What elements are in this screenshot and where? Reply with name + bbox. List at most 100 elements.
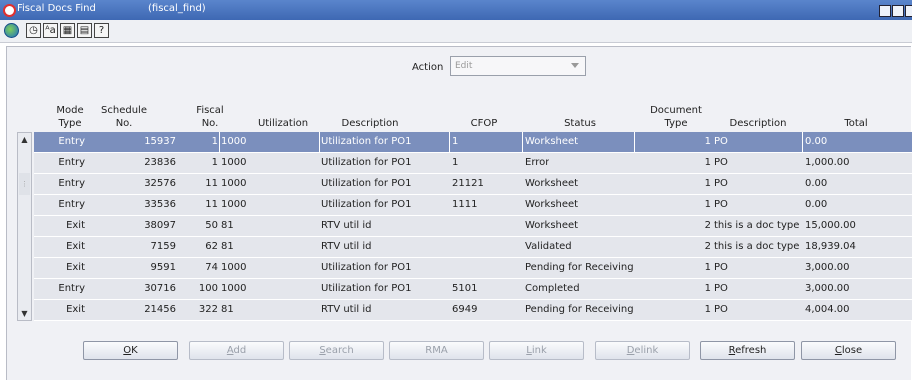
ok-button-mnemonic: O bbox=[123, 345, 132, 356]
cell-total: 0.00 bbox=[805, 136, 828, 147]
refresh-button[interactable]: Refresh bbox=[700, 341, 795, 360]
cell-util: 1000 bbox=[221, 283, 247, 294]
close-button-mnemonic: C bbox=[834, 345, 842, 356]
add-button: Add bbox=[189, 341, 284, 360]
cell-desc: Utilization for PO1 bbox=[321, 262, 412, 273]
header-fiscal-no: Fiscal No. bbox=[196, 105, 224, 129]
cell-mode: Entry bbox=[58, 157, 85, 168]
action-select[interactable]: Edit bbox=[450, 56, 586, 76]
cell-doctype: 1 bbox=[704, 283, 711, 294]
cell-mode: Entry bbox=[58, 199, 85, 210]
cell-divider bbox=[522, 132, 523, 152]
window-title: Fiscal Docs Find bbox=[17, 3, 96, 14]
cell-total: 4,004.00 bbox=[805, 304, 850, 315]
cell-mode: Exit bbox=[66, 241, 85, 252]
cell-fiscal: 11 bbox=[205, 199, 218, 210]
cell-doctype: 1 bbox=[704, 157, 711, 168]
cell-status: Validated bbox=[525, 241, 572, 252]
cell-status: Worksheet bbox=[525, 178, 579, 189]
cell-fiscal: 322 bbox=[198, 304, 218, 315]
rma-button-label: RMA bbox=[425, 345, 448, 356]
cell-divider bbox=[219, 132, 220, 152]
maximize-icon[interactable] bbox=[892, 5, 904, 17]
cell-status: Error bbox=[525, 157, 550, 168]
cell-schedule: 9591 bbox=[150, 262, 176, 273]
cell-mode: Exit bbox=[66, 304, 85, 315]
cell-schedule: 23836 bbox=[144, 157, 176, 168]
cell-util: 1000 bbox=[221, 157, 247, 168]
table-row[interactable]: Entry 30716 100 1000 Utilization for PO1 5101… bbox=[34, 279, 912, 300]
table-row[interactable]: Exit 9591 74 1000 Utilization for PO1 Pending… bbox=[34, 258, 912, 279]
cell-desc: RTV util id bbox=[321, 304, 372, 315]
cell-mode: Entry bbox=[58, 178, 85, 189]
help-icon[interactable]: ? bbox=[94, 23, 109, 38]
header-schedule-no: Schedule No. bbox=[101, 105, 147, 129]
rma-button: RMA bbox=[389, 341, 484, 360]
cell-divider bbox=[802, 132, 803, 152]
scroll-thumb[interactable]: ⋮ bbox=[19, 173, 30, 195]
clock-icon[interactable]: ◷ bbox=[26, 23, 41, 38]
cell-total: 0.00 bbox=[805, 199, 828, 210]
minimize-icon[interactable] bbox=[879, 5, 891, 17]
cell-desc: Utilization for PO1 bbox=[321, 283, 412, 294]
search-button: Search bbox=[289, 341, 384, 360]
cell-total: 1,000.00 bbox=[805, 157, 850, 168]
cell-cfop: 21121 bbox=[452, 178, 484, 189]
header-total: Total bbox=[844, 118, 868, 129]
scroll-up-icon[interactable]: ▲ bbox=[19, 134, 30, 145]
header-mode-type: Mode Type bbox=[56, 105, 84, 129]
cell-docdesc: this is a doc type ic bbox=[714, 220, 802, 231]
close-button[interactable]: Close bbox=[801, 341, 896, 360]
cell-doctype: 1 bbox=[704, 199, 711, 210]
cell-desc: Utilization for PO1 bbox=[321, 178, 412, 189]
cell-fiscal: 1 bbox=[211, 136, 218, 147]
cell-status: Pending for Receiving bbox=[525, 304, 634, 315]
cell-desc: Utilization for PO1 bbox=[321, 157, 412, 168]
cell-status: Worksheet bbox=[525, 220, 579, 231]
cell-doctype: 2 bbox=[704, 241, 711, 252]
table-row[interactable]: Entry 23836 1 1000 Utilization for PO1 1 Error… bbox=[34, 153, 912, 174]
cell-cfop: 1111 bbox=[452, 199, 478, 210]
font-icon[interactable]: ᴬa bbox=[43, 23, 58, 38]
cell-fiscal: 1 bbox=[211, 157, 218, 168]
cell-mode: Exit bbox=[66, 262, 85, 273]
cell-total: 0.00 bbox=[805, 178, 828, 189]
print-icon[interactable]: ▤ bbox=[77, 23, 92, 38]
cell-schedule: 7159 bbox=[150, 241, 176, 252]
cell-mode: Entry bbox=[58, 136, 85, 147]
ok-button-label: K bbox=[131, 345, 138, 356]
cell-status: Worksheet bbox=[525, 136, 579, 147]
close-button-label: lose bbox=[841, 345, 863, 356]
globe-icon[interactable] bbox=[4, 23, 19, 38]
cell-util: 1000 bbox=[221, 136, 247, 147]
cell-schedule: 38097 bbox=[144, 220, 176, 231]
table-row[interactable]: Entry 15937 1 1000 Utilization for PO1 1 Works… bbox=[34, 132, 912, 153]
cell-divider bbox=[319, 132, 320, 152]
scroll-down-icon[interactable]: ▼ bbox=[19, 308, 30, 319]
table-row[interactable]: Entry 32576 11 1000 Utilization for PO1 21121… bbox=[34, 174, 912, 195]
table-row[interactable]: Exit 21456 322 81 RTV util id 6949 Pending for… bbox=[34, 300, 912, 321]
header-document-type: Document Type bbox=[650, 105, 702, 129]
cell-status: Completed bbox=[525, 283, 580, 294]
grid-icon[interactable]: ▦ bbox=[60, 23, 75, 38]
cell-total: 15,000.00 bbox=[805, 220, 856, 231]
close-window-icon[interactable] bbox=[905, 5, 912, 17]
cell-desc: Utilization for PO1 bbox=[321, 136, 412, 147]
table-row[interactable]: Exit 7159 62 81 RTV util id Validated 2 this is… bbox=[34, 237, 912, 258]
cell-util: 1000 bbox=[221, 199, 247, 210]
cell-desc: RTV util id bbox=[321, 241, 372, 252]
cell-util: 81 bbox=[221, 241, 234, 252]
cell-docdesc: PO bbox=[714, 136, 728, 147]
cell-doctype: 1 bbox=[704, 262, 711, 273]
ok-button[interactable]: OK bbox=[83, 341, 178, 360]
vertical-scrollbar[interactable]: ▲ ⋮ ▼ bbox=[17, 132, 32, 321]
cell-util: 81 bbox=[221, 220, 234, 231]
cell-desc: RTV util id bbox=[321, 220, 372, 231]
cell-divider bbox=[634, 132, 635, 152]
cell-fiscal: 100 bbox=[198, 283, 218, 294]
action-value: Edit bbox=[455, 61, 473, 71]
table-row[interactable]: Entry 33536 11 1000 Utilization for PO1 1111 W… bbox=[34, 195, 912, 216]
search-button-label: earch bbox=[325, 345, 354, 356]
header-cfop: CFOP bbox=[470, 118, 498, 129]
table-row[interactable]: Exit 38097 50 81 RTV util id Worksheet 2 this i… bbox=[34, 216, 912, 237]
